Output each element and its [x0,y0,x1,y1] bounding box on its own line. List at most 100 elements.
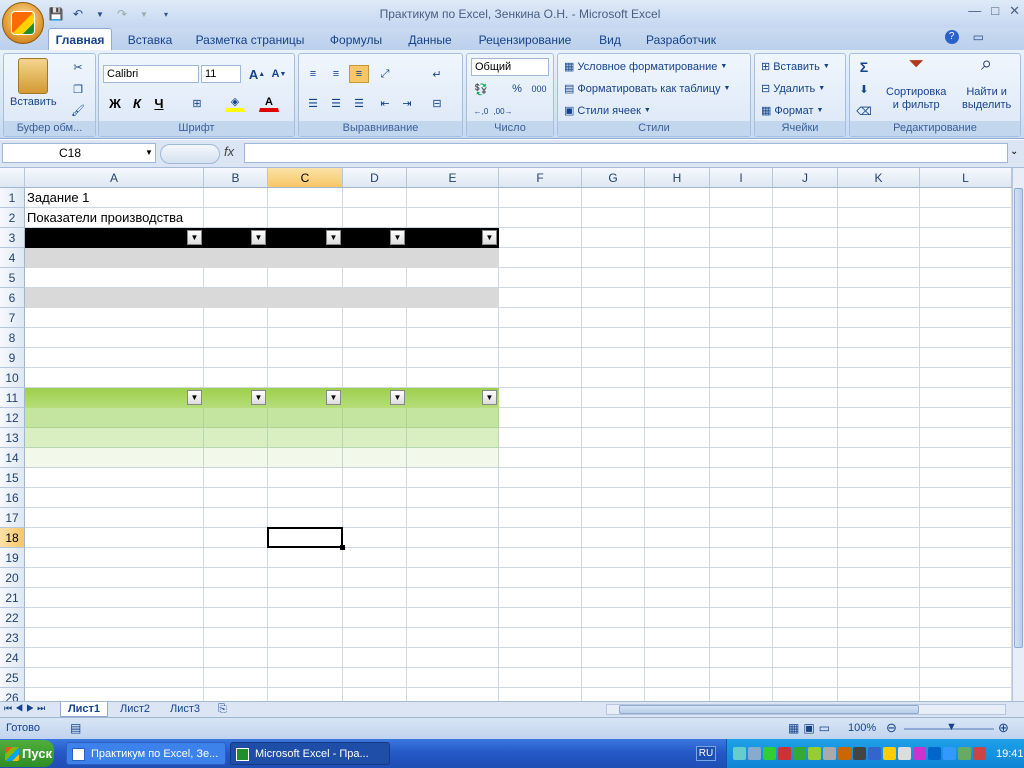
column-header-f[interactable]: F [499,168,582,188]
macro-record-icon[interactable]: ▤ [70,721,81,735]
expand-formula-bar-icon[interactable]: ⌄ [1010,146,1018,157]
row-header-25[interactable]: 25 [0,668,25,688]
tab-page-layout[interactable]: Разметка страницы [190,31,310,50]
fill-color-icon[interactable]: ◈ [225,94,245,112]
table1-cell-r1-c1[interactable] [204,268,268,288]
table1-cell-r2-c2[interactable] [268,288,343,308]
merge-center-icon[interactable]: ⊟ [427,94,447,112]
redo-icon[interactable]: ↷ [114,6,130,22]
insert-function-button[interactable]: fx [224,144,234,159]
font-color-icon[interactable]: A [259,94,279,112]
name-box[interactable]: C18 [2,143,156,163]
sheet-nav-arrows-icon[interactable]: ⏮◀▶⏭ [4,703,48,714]
row-header-20[interactable]: 20 [0,568,25,588]
bluetooth-icon[interactable] [928,747,941,760]
table2-filter-dropdown-icon[interactable]: ▼ [251,390,266,405]
tray-green-icon[interactable] [793,747,806,760]
horizontal-scrollbar[interactable] [606,704,1006,715]
close-button[interactable]: ✕ [1009,3,1020,19]
tray-chart-icon[interactable] [778,747,791,760]
table1-filter-dropdown-icon[interactable]: ▼ [482,230,497,245]
zoom-in-icon[interactable]: ⊕ [998,720,1009,736]
shrink-font-icon[interactable]: A ▼ [269,65,289,83]
active-cell-selection[interactable] [267,527,343,548]
sheet-tab-3[interactable]: Лист3 [162,702,208,717]
column-header-e[interactable]: E [407,168,499,188]
insert-cells-button[interactable]: ⊞ Вставить ▼ [761,60,830,74]
select-all-corner[interactable] [0,168,25,188]
table1-cell-r0-c2[interactable] [268,248,343,268]
underline-button[interactable]: Ч [149,94,169,112]
worksheet-grid[interactable]: A B C D E F G H I J K L 1 2 3 4 5 6 7 8 9 10 11 12 13 14 15 16 17 18 1… [0,168,1012,701]
table1-filter-dropdown-icon[interactable]: ▼ [187,230,202,245]
format-as-table-button[interactable]: ▤ Форматировать как таблицу ▼ [564,82,730,96]
text-orientation-icon[interactable]: ⤢ [375,65,395,83]
italic-button[interactable]: К [127,94,147,112]
vertical-scrollbar[interactable] [1012,168,1024,701]
sheet-tab-2[interactable]: Лист2 [112,702,158,717]
bold-button[interactable]: Ж [105,94,125,112]
table2-header-2[interactable]: ▼ [268,388,343,408]
conditional-formatting-button[interactable]: ▦ Условное форматирование ▼ [564,60,727,74]
copy-icon[interactable]: ❐ [68,80,88,98]
sheet-tab-1[interactable]: Лист1 [60,702,108,717]
table2-cell-r2-c3[interactable] [343,448,407,468]
thousands-button[interactable]: 000 [529,80,549,98]
formula-bar-handle[interactable] [160,144,220,164]
align-middle-icon[interactable]: ≡ [326,65,346,83]
font-size-select[interactable]: 11 [201,65,241,83]
row-header-19[interactable]: 19 [0,548,25,568]
row-header-6[interactable]: 6 [0,288,25,308]
table1-cell-r0-c0[interactable] [25,248,204,268]
task-document[interactable]: Практикум по Excel, Зе... [66,742,226,765]
table1-cell-r0-c3[interactable] [343,248,407,268]
table1-cell-r2-c0[interactable] [25,288,204,308]
row-header-14[interactable]: 14 [0,448,25,468]
fill-handle[interactable] [340,545,345,550]
tray-globe-icon[interactable] [868,747,881,760]
table2-cell-r0-c2[interactable] [268,408,343,428]
cell-a2[interactable]: Показатели производства [25,208,268,228]
row-header-16[interactable]: 16 [0,488,25,508]
undo-dropdown-icon[interactable]: ▼ [92,6,108,22]
row-header-12[interactable]: 12 [0,408,25,428]
table2-header-4[interactable]: ▼ [407,388,499,408]
tray-red-icon[interactable] [973,747,986,760]
cell-styles-button[interactable]: ▣ Стили ячеек ▼ [564,104,651,118]
format-cells-button[interactable]: ▦ Формат ▼ [761,104,823,118]
row-header-5[interactable]: 5 [0,268,25,288]
row-header-9[interactable]: 9 [0,348,25,368]
table2-header-0[interactable]: ▼ [25,388,204,408]
task-excel[interactable]: Microsoft Excel - Пра... [230,742,390,765]
autosum-button[interactable]: Σ [854,58,874,76]
row-header-8[interactable]: 8 [0,328,25,348]
tray-blue-icon[interactable] [943,747,956,760]
tab-view[interactable]: Вид [588,31,632,50]
tray-status-icon[interactable] [808,747,821,760]
number-format-select[interactable]: Общий [471,58,549,76]
table2-cell-r1-c0[interactable] [25,428,204,448]
insert-sheet-icon[interactable]: ⎘ [218,703,227,716]
table1-filter-dropdown-icon[interactable]: ▼ [251,230,266,245]
table2-cell-r1-c1[interactable] [204,428,268,448]
row-header-4[interactable]: 4 [0,248,25,268]
table2-filter-dropdown-icon[interactable]: ▼ [326,390,341,405]
font-name-select[interactable]: Calibri [103,65,199,83]
column-header-d[interactable]: D [343,168,407,188]
zoom-out-icon[interactable]: ⊖ [886,720,897,736]
table1-cell-r2-c1[interactable] [204,288,268,308]
view-buttons-icon[interactable]: ▦▣▭ [788,721,834,735]
formula-input[interactable] [244,143,1008,163]
table2-cell-r0-c0[interactable] [25,408,204,428]
row-header-3[interactable]: 3 [0,228,25,248]
network-icon[interactable] [733,747,746,760]
fill-icon[interactable]: ⬇ [854,80,874,98]
align-center-icon[interactable]: ☰ [326,94,346,112]
row-header-10[interactable]: 10 [0,368,25,388]
undo-icon[interactable]: ↶ [70,6,86,22]
table1-cell-r1-c0[interactable] [25,268,204,288]
row-header-24[interactable]: 24 [0,648,25,668]
table1-cell-r0-c1[interactable] [204,248,268,268]
decrease-indent-icon[interactable]: ⇤ [375,94,395,112]
table2-cell-r1-c4[interactable] [407,428,499,448]
